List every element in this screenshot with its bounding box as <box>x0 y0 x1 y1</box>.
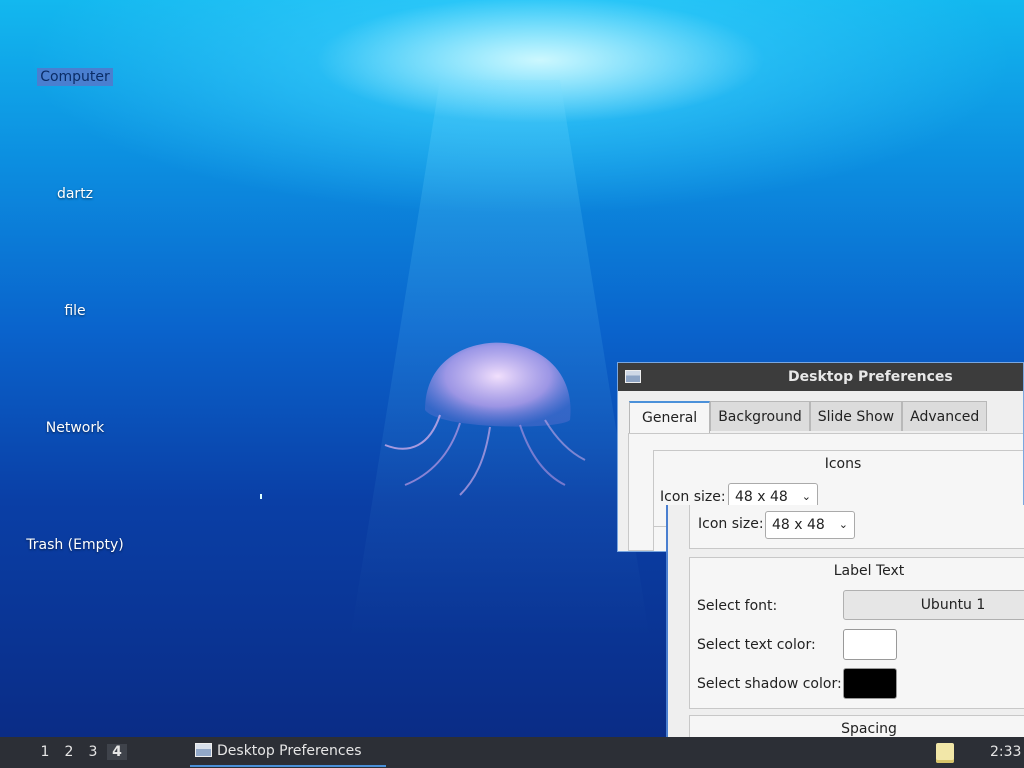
desktop-icon-trash[interactable]: Trash (Empty) <box>15 537 135 553</box>
icons-group-title: Icons <box>824 456 862 472</box>
desktop-icon-network[interactable]: Network <box>15 420 135 436</box>
spacing-group: Spacing <box>689 715 1024 737</box>
icon-size-value: 48 x 48 <box>772 517 825 533</box>
clipboard-icon[interactable] <box>936 743 954 763</box>
taskbar-button-label: Desktop Preferences <box>217 743 362 759</box>
icon-size-value: 48 x 48 <box>735 489 788 505</box>
label-text-group: Label Text Select font: Ubuntu 1 Select … <box>689 557 1024 709</box>
label-text-group-title: Label Text <box>833 563 905 579</box>
wallpaper-speck <box>260 494 262 499</box>
window-icon <box>625 370 641 383</box>
workspace-3[interactable]: 3 <box>83 744 103 760</box>
taskbar-panel: 1 2 3 4 Desktop Preferences 2:33 <box>0 737 1024 768</box>
workspace-1[interactable]: 1 <box>35 744 55 760</box>
tab-slide-show[interactable]: Slide Show <box>809 401 903 431</box>
taskbar-button-desktop-preferences[interactable]: Desktop Preferences <box>190 737 386 767</box>
clock[interactable]: 2:33 <box>990 744 1021 760</box>
desktop-icon-label: file <box>64 303 86 319</box>
desktop-icon-label: dartz <box>56 186 94 202</box>
desktop-preferences-window[interactable]: Icon size: 48 x 48 ⌄ Label Text Select f… <box>666 505 1024 737</box>
desktop-icon-label: Network <box>45 420 105 436</box>
workspace-4[interactable]: 4 <box>107 744 127 760</box>
chevron-down-icon: ⌄ <box>838 518 848 531</box>
desktop-icon-file[interactable]: file <box>15 303 135 319</box>
shadow-color-button[interactable] <box>843 668 897 699</box>
dialog-title: Desktop Preferences <box>788 369 953 385</box>
tab-bar: General Background Slide Show Advanced <box>629 401 988 433</box>
desktop-icon-label: Computer <box>37 68 113 86</box>
tab-advanced[interactable]: Advanced <box>902 401 988 431</box>
icon-size-label: Icon size: <box>698 516 764 532</box>
desktop-icon-computer[interactable]: Computer <box>15 68 135 86</box>
desktop-icon-label: Trash (Empty) <box>26 537 124 553</box>
window-icon <box>195 743 212 757</box>
workspace-2[interactable]: 2 <box>59 744 79 760</box>
tab-background[interactable]: Background <box>710 401 810 431</box>
font-value: Ubuntu 1 <box>920 597 986 613</box>
icon-size-label: Icon size: <box>660 489 726 505</box>
dialog-titlebar[interactable]: Desktop Preferences <box>618 363 1023 391</box>
jellyfish-image <box>384 342 586 496</box>
icon-size-select[interactable]: 48 x 48 ⌄ <box>765 511 855 539</box>
tab-general[interactable]: General <box>629 401 711 433</box>
spacing-group-title: Spacing <box>841 721 897 737</box>
text-color-label: Select text color: <box>697 637 816 653</box>
shadow-color-label: Select shadow color: <box>697 676 842 692</box>
text-color-button[interactable] <box>843 629 897 660</box>
select-font-button[interactable]: Ubuntu 1 <box>843 590 1024 620</box>
select-font-label: Select font: <box>697 598 778 614</box>
desktop-icon-dartz[interactable]: dartz <box>15 186 135 202</box>
icons-group-front: Icon size: 48 x 48 ⌄ <box>689 505 1024 549</box>
